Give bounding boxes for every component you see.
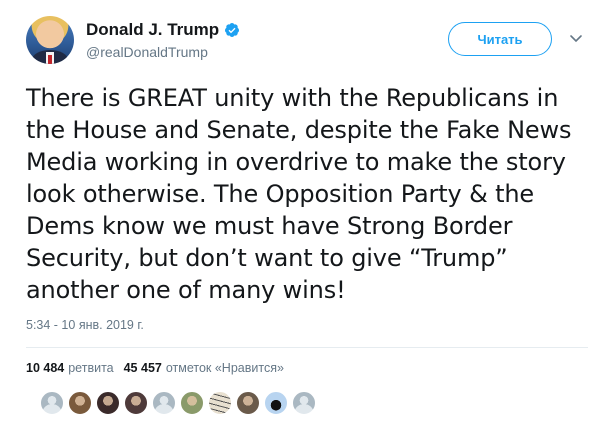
- photo-avatar-icon[interactable]: [68, 391, 92, 415]
- horse-avatar-icon[interactable]: [264, 391, 288, 415]
- liker-avatars: [40, 391, 320, 415]
- retweets-label: ретвита: [68, 361, 114, 375]
- likes-label: отметок «Нравится»: [165, 361, 284, 375]
- user-name[interactable]: Donald J. Trump: [86, 20, 219, 40]
- tweet-stats: 10 484 ретвита 45 457 отметок «Нравится»: [26, 361, 294, 375]
- photo-avatar-icon[interactable]: [180, 391, 204, 415]
- user-handle[interactable]: @realDonaldTrump: [86, 44, 208, 60]
- follow-button[interactable]: Читать: [448, 22, 552, 56]
- divider: [26, 347, 588, 348]
- tweet-timestamp[interactable]: 5:34 - 10 янв. 2019 г.: [26, 318, 144, 332]
- retweets-count: 10 484: [26, 361, 65, 375]
- default-avatar-icon[interactable]: [152, 391, 176, 415]
- tweet-card: Donald J. Trump @realDonaldTrump Читать …: [0, 0, 616, 422]
- verified-badge-icon: [225, 23, 240, 37]
- avatar-tie: [48, 55, 52, 64]
- likes-count: 45 457: [123, 361, 162, 375]
- photo-avatar-icon[interactable]: [124, 391, 148, 415]
- photo-avatar-icon[interactable]: [96, 391, 120, 415]
- likes-stat[interactable]: 45 457 отметок «Нравится»: [124, 361, 284, 375]
- retweets-stat[interactable]: 10 484 ретвита: [26, 361, 114, 375]
- text-avatar-icon[interactable]: [208, 391, 232, 415]
- name-row: Donald J. Trump: [86, 20, 240, 40]
- default-avatar-icon[interactable]: [292, 391, 316, 415]
- user-avatar[interactable]: [26, 16, 74, 64]
- tweet-text: There is GREAT unity with the Republican…: [26, 84, 572, 304]
- default-avatar-icon[interactable]: [40, 391, 64, 415]
- chevron-down-icon[interactable]: [569, 34, 583, 44]
- photo-avatar-icon[interactable]: [236, 391, 260, 415]
